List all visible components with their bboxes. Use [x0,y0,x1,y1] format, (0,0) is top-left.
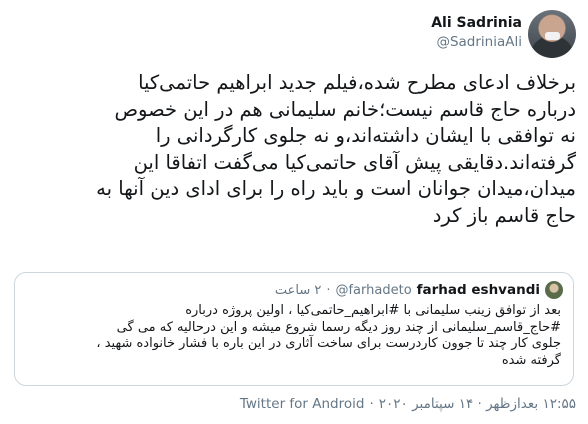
face-mask-graphic [545,32,560,40]
quoted-author-name: farhad eshvandi [416,282,540,298]
quoted-tweet-text: بعد از توافق زینب سلیمانی با #ابراهیم_حا… [96,303,561,368]
tweet-timestamp[interactable]: ۱۲:۵۵ بعدازظهر · ۱۴ سپتامبر ۲۰۲۰ [379,396,576,412]
quoted-tweet-header: ۲ ساعت · @farhadeto farhad eshvandi [275,280,563,300]
meta-separator: · [369,396,374,412]
author-handle[interactable]: @SadriniaAli [431,33,522,52]
quoted-author-handle: @farhadeto [335,282,412,298]
author-avatar[interactable] [528,10,576,58]
quoted-tweet-separator: · [326,282,331,298]
author-display-name[interactable]: Ali Sadrinia [431,14,522,33]
quoted-author-avatar [545,281,563,299]
tweet-meta: Twitter for Android · ۱۲:۵۵ بعدازظهر · ۱… [240,396,576,412]
tweet-source[interactable]: Twitter for Android [240,396,365,412]
author-info: Ali Sadrinia @SadriniaAli [431,14,522,52]
quoted-tweet-card[interactable]: ۲ ساعت · @farhadeto farhad eshvandi بعد … [14,272,574,386]
tweet-text: برخلاف ادعای مطرح شده،فیلم جدید ابراهیم … [96,71,576,227]
quoted-tweet-time[interactable]: ۲ ساعت [275,283,322,298]
